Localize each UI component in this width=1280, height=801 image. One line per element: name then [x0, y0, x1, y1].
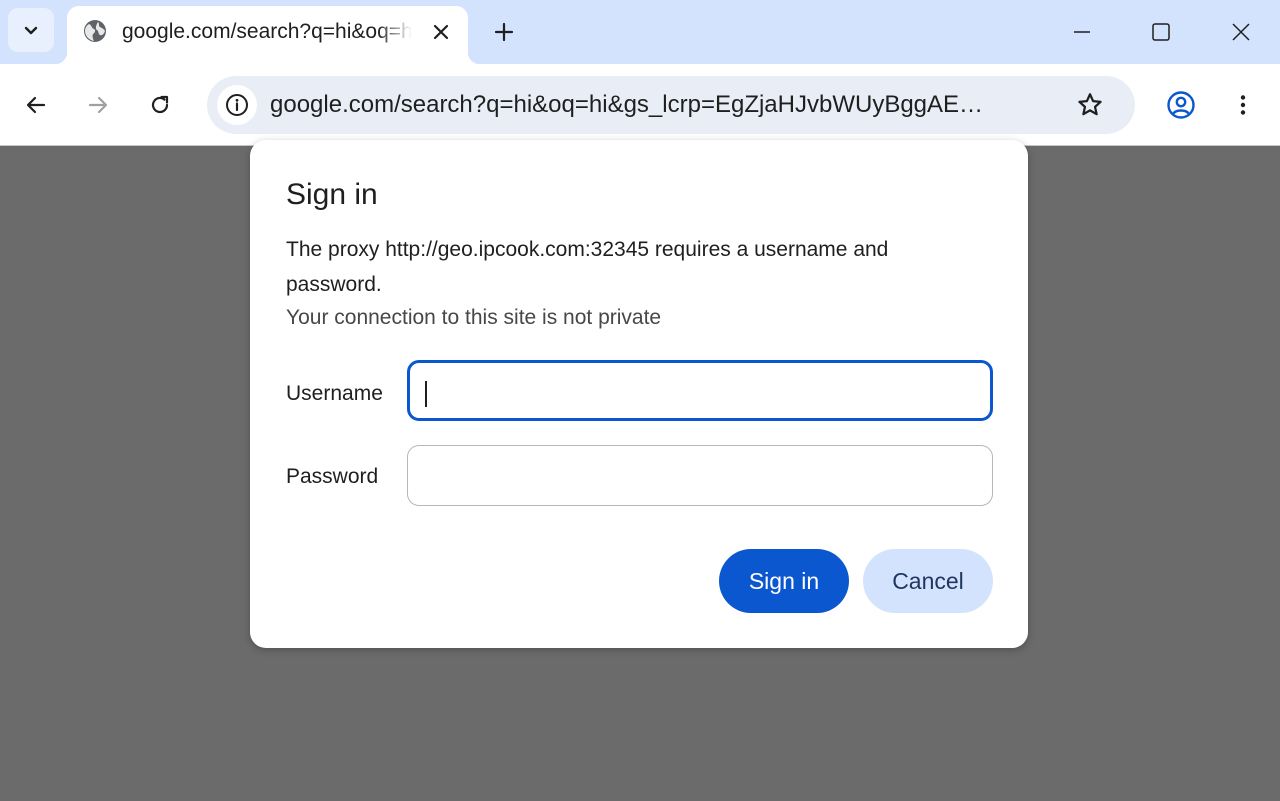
tab-strip: google.com/search?q=hi&oq=hi&gs_lcrp=EgZ…: [0, 0, 1280, 64]
password-label: Password: [286, 465, 379, 488]
tab-search-button[interactable]: [8, 8, 54, 52]
chevron-down-icon: [24, 26, 38, 35]
username-field[interactable]: [407, 360, 993, 421]
star-icon: [1078, 93, 1102, 116]
forward-button[interactable]: [78, 85, 118, 125]
back-arrow-icon: [26, 96, 46, 114]
info-icon: [226, 94, 248, 116]
dialog-warning: Your connection to this site is not priv…: [286, 306, 662, 329]
dialog-title: Sign in: [286, 178, 378, 211]
cancel-button[interactable]: Cancel: [863, 549, 993, 613]
url-text[interactable]: google.com/search?q=hi&oq=hi&gs_lcrp=EgZ…: [270, 89, 1060, 121]
reload-icon: [151, 95, 169, 114]
reload-button[interactable]: [140, 85, 180, 125]
dialog-message: The proxy http://geo.ipcook.com:32345 re…: [286, 238, 889, 296]
username-label: Username: [286, 382, 383, 405]
tab-close-button[interactable]: [428, 19, 454, 45]
more-vert-icon: [1240, 95, 1246, 115]
maximize-button[interactable]: [1141, 12, 1181, 52]
active-tab[interactable]: google.com/search?q=hi&oq=hi&gs_lcrp=EgZ…: [55, 6, 480, 64]
forward-arrow-icon: [88, 96, 108, 114]
proxy-auth-dialog: Sign in The proxy http://geo.ipcook.com:…: [250, 140, 1028, 648]
window-close-button[interactable]: [1221, 12, 1261, 52]
site-info-button[interactable]: [217, 85, 257, 125]
text-caret: [425, 381, 427, 407]
close-icon: [1232, 23, 1250, 41]
tab-title: google.com/search?q=hi&oq=hi&gs_lcrp=EgZ…: [122, 20, 412, 43]
minimize-button[interactable]: [1062, 12, 1102, 52]
bookmark-button[interactable]: [1074, 89, 1106, 121]
maximize-icon: [1152, 23, 1170, 41]
address-bar[interactable]: google.com/search?q=hi&oq=hi&gs_lcrp=EgZ…: [207, 76, 1135, 134]
profile-button[interactable]: [1161, 85, 1201, 125]
new-tab-button[interactable]: [488, 16, 520, 48]
menu-button[interactable]: [1223, 85, 1263, 125]
toolbar: google.com/search?q=hi&oq=hi&gs_lcrp=EgZ…: [0, 64, 1280, 146]
minimize-icon: [1074, 31, 1090, 33]
plus-icon: [494, 22, 514, 42]
password-field[interactable]: [407, 445, 993, 506]
sign-in-button[interactable]: Sign in: [719, 549, 849, 613]
back-button[interactable]: [16, 85, 56, 125]
close-icon: [433, 24, 449, 40]
profile-icon: [1167, 91, 1195, 119]
globe-icon: [84, 20, 106, 42]
